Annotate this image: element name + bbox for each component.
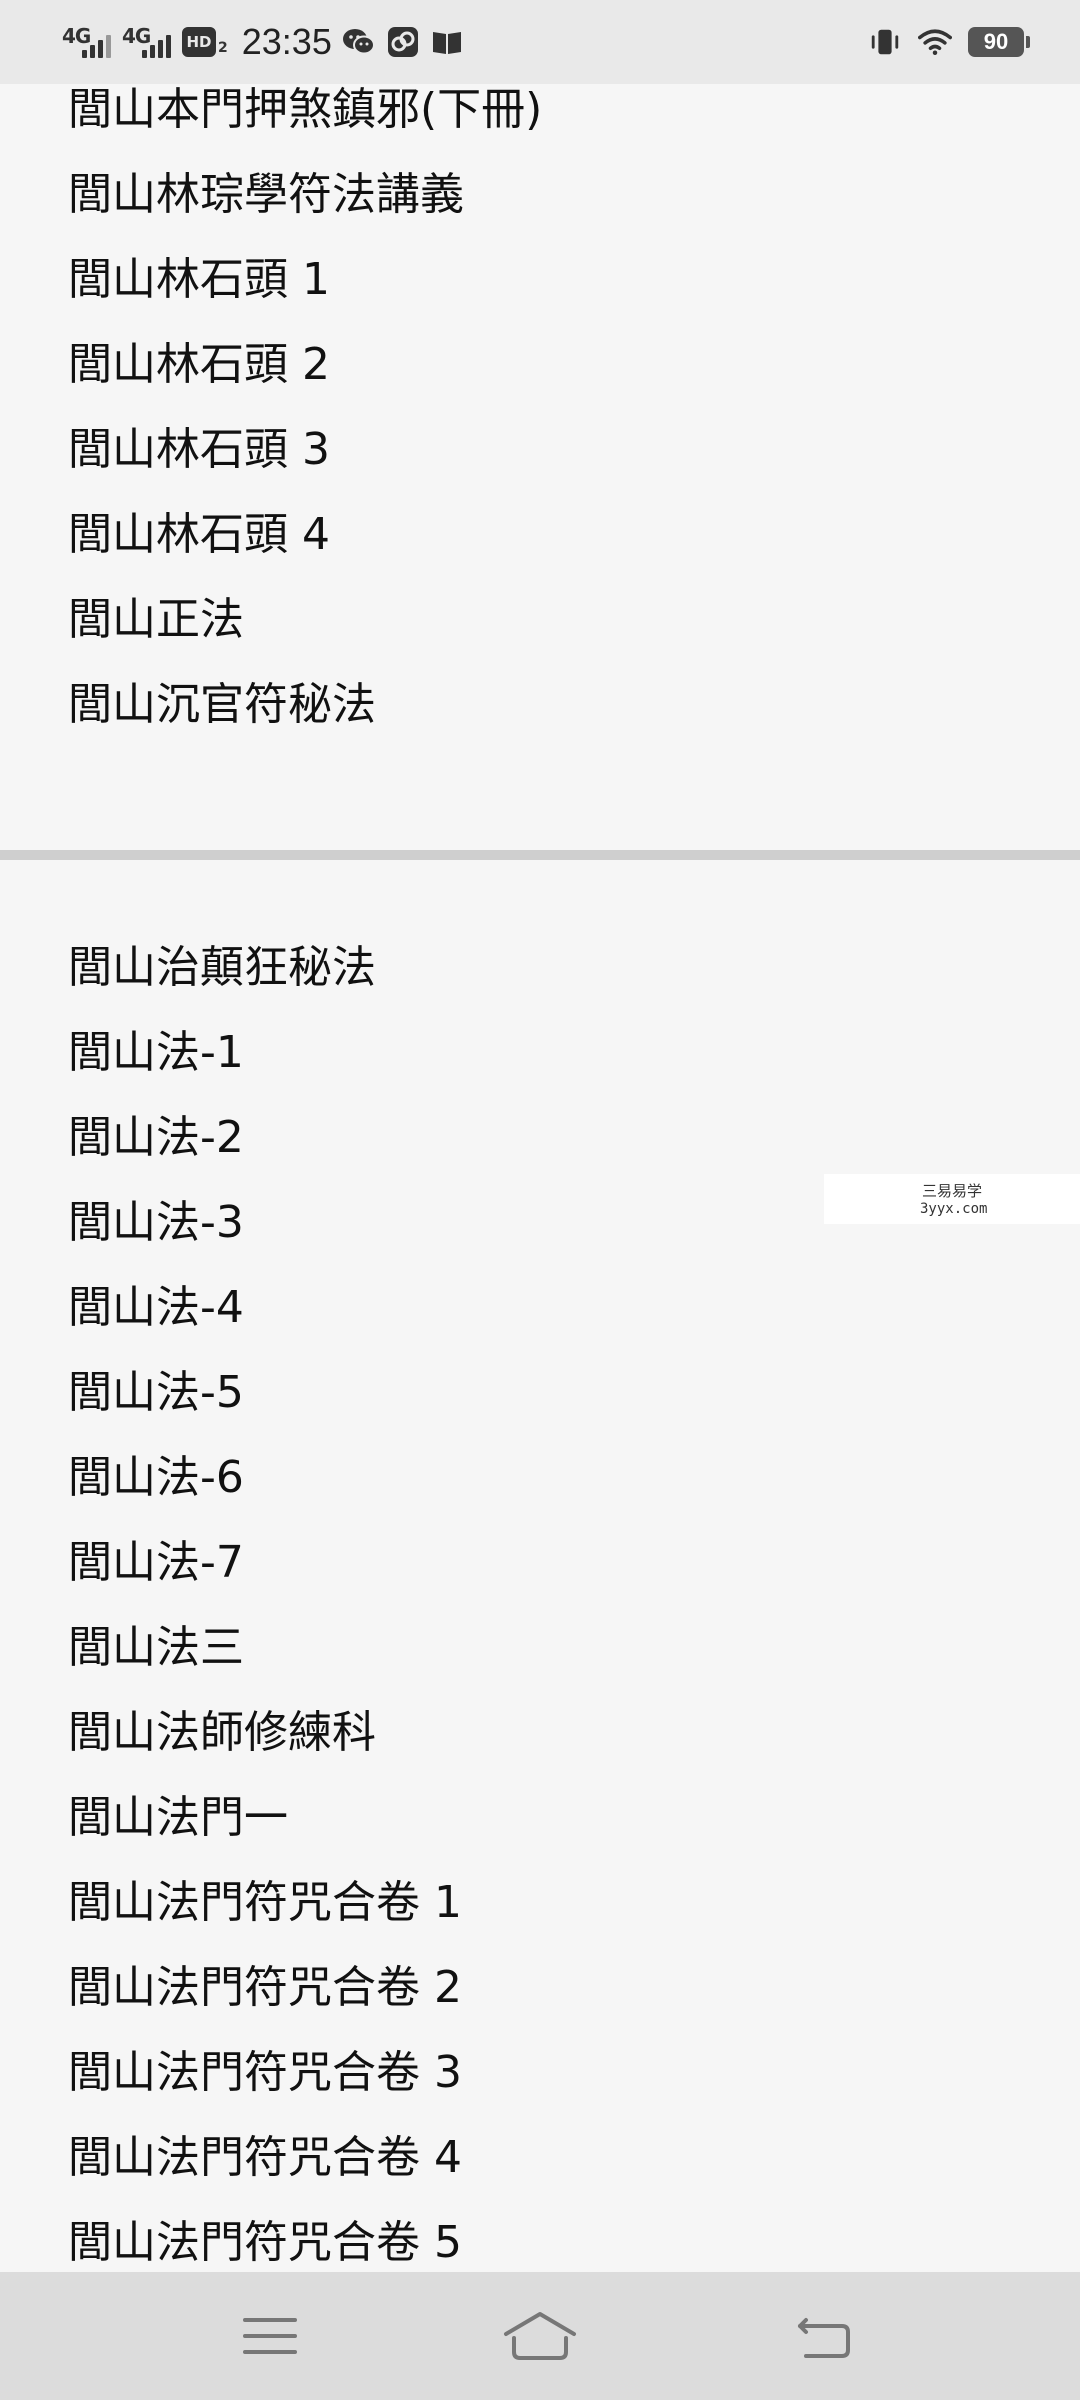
list-item[interactable]: 閭山林琮學符法講義	[68, 165, 464, 225]
network-type-label: 4G	[62, 24, 91, 48]
clock: 23:35	[241, 21, 332, 62]
list-item[interactable]: 閭山法-6	[68, 1448, 244, 1508]
hd-voice-sub: 2	[218, 40, 228, 56]
watermark-url: 3yyx.com	[920, 1201, 988, 1217]
list-item[interactable]: 閭山林石頭 4	[68, 505, 330, 565]
home-icon	[504, 2312, 576, 2360]
menu-icon	[243, 2318, 297, 2354]
navigation-bar	[0, 2272, 1080, 2400]
watermark: 三易易学 3yyx.com	[824, 1174, 1080, 1224]
list-item[interactable]: 閭山法三	[68, 1618, 244, 1678]
list-item[interactable]: 閭山法-3	[68, 1193, 244, 1253]
status-bar-right: 90	[868, 18, 1030, 66]
watermark-title: 三易易学	[922, 1182, 983, 1200]
list-item[interactable]: 閭山法師修練科	[68, 1703, 376, 1763]
wechat-icon	[342, 25, 376, 59]
signal-icon-sim1: 4G	[62, 22, 112, 62]
app-notification-icon	[386, 25, 420, 59]
vibrate-icon	[868, 25, 902, 59]
network-type-label: 4G	[122, 24, 151, 48]
back-icon	[798, 2318, 850, 2358]
list-item[interactable]: 閭山林石頭 2	[68, 335, 330, 395]
menu-button[interactable]	[230, 2298, 310, 2374]
list-item[interactable]: 閭山法-7	[68, 1533, 244, 1593]
battery-indicator: 90	[968, 27, 1030, 57]
back-button[interactable]	[784, 2298, 864, 2374]
list-item[interactable]: 閭山法門符咒合卷 3	[68, 2043, 462, 2103]
list-item[interactable]: 閭山法-2	[68, 1108, 244, 1168]
status-bar: 4G 4G HD 2 23:35 90	[0, 0, 1080, 84]
list-item[interactable]: 閭山治顛狂秘法	[68, 938, 376, 998]
list-item[interactable]: 閭山法門符咒合卷 4	[68, 2128, 462, 2188]
list-item[interactable]: 閭山法-4	[68, 1278, 244, 1338]
list-item[interactable]: 閭山法-5	[68, 1363, 244, 1423]
list-item[interactable]: 閭山法門符咒合卷 5	[68, 2213, 462, 2273]
signal-icon-sim2: 4G	[122, 22, 172, 62]
list-item[interactable]: 閭山法門一	[68, 1788, 288, 1848]
status-bar-left: 4G 4G HD 2 23:35	[62, 18, 464, 66]
book-icon	[430, 25, 464, 59]
list-item[interactable]: 閭山沉官符秘法	[68, 675, 376, 735]
list-item[interactable]: 閭山林石頭 3	[68, 420, 330, 480]
list-item[interactable]: 閭山法-1	[68, 1023, 244, 1083]
list-item[interactable]: 閭山林石頭 1	[68, 250, 330, 310]
list-item[interactable]: 閭山法門符咒合卷 2	[68, 1958, 462, 2018]
wifi-icon	[918, 25, 952, 59]
list-item[interactable]: 閭山本門押煞鎮邪(下冊)	[68, 80, 542, 140]
section-divider	[0, 850, 1080, 860]
hd-voice-icon: HD	[182, 27, 216, 57]
list-item[interactable]: 閭山正法	[68, 590, 244, 650]
list-item[interactable]: 閭山法門符咒合卷 1	[68, 1873, 462, 1933]
home-button[interactable]	[500, 2298, 580, 2374]
